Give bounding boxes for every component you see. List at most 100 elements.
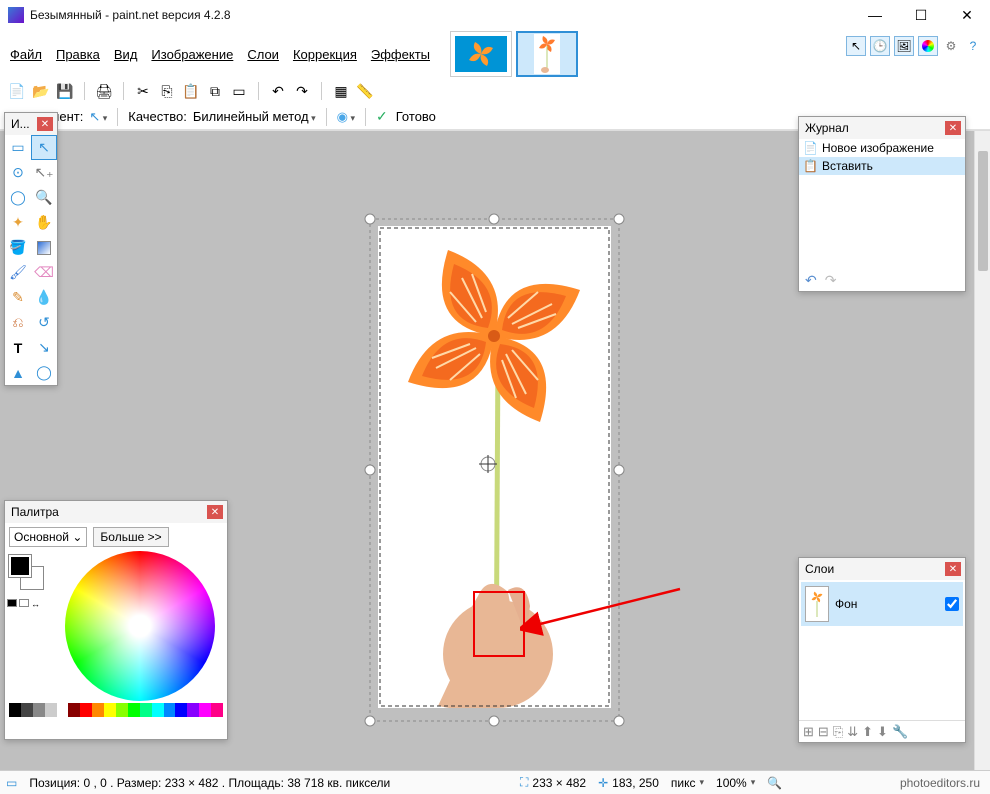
tool-window-history-icon[interactable]: 🕒 xyxy=(870,36,890,56)
layers-footer: ⊞ ⊟ ⎘ ⇊ ⬆ ⬇ 🔧 xyxy=(799,720,965,742)
layers-title: Слои xyxy=(805,562,945,576)
shape-tool[interactable]: ▲ xyxy=(5,360,31,385)
clone-tool[interactable]: ⎌ xyxy=(5,310,31,335)
redo-icon[interactable]: ↷ xyxy=(825,272,837,289)
open-icon[interactable]: 📂 xyxy=(32,82,50,100)
scrollbar-vertical[interactable] xyxy=(974,131,990,778)
history-item-label: Вставить xyxy=(822,159,873,173)
undo-icon[interactable]: ↶ xyxy=(269,82,287,100)
pinwheel-icon xyxy=(467,40,495,68)
ellipse-select-tool[interactable]: ◯ xyxy=(5,185,31,210)
tools-panel[interactable]: И...✕ ▭ ↖ ⊙ ↖₊ ◯ 🔍 ✦ ✋ 🪣 🖌 ⌫ ✎ 💧 ⎌ ↺ T ↘… xyxy=(4,112,58,386)
history-panel[interactable]: Журнал✕ 📄Новое изображение 📋Вставить ↶ ↷ xyxy=(798,116,966,292)
color-strip[interactable] xyxy=(9,703,223,717)
help-icon[interactable]: ? xyxy=(964,37,982,55)
paste-icon[interactable]: 📋 xyxy=(182,82,200,100)
layer-add-icon[interactable]: ⊞ xyxy=(803,724,814,740)
palette-controls: Основной ⌄ Больше >> xyxy=(5,523,227,551)
layer-merge-icon[interactable]: ⇊ xyxy=(847,724,858,740)
bucket-tool[interactable]: 🪣 xyxy=(5,235,31,260)
menu-file[interactable]: Файл xyxy=(4,43,48,66)
zoom-label: 100% xyxy=(716,776,747,790)
new-icon[interactable]: 📄 xyxy=(8,82,26,100)
close-icon[interactable]: ✕ xyxy=(207,505,223,519)
history-list: 📄Новое изображение 📋Вставить xyxy=(799,139,965,269)
color-wheel[interactable] xyxy=(65,551,215,701)
history-title: Журнал xyxy=(805,121,945,135)
thumb-1[interactable] xyxy=(450,31,512,77)
move-sel-tool[interactable]: ↖₊ xyxy=(31,160,57,185)
close-button[interactable]: ✕ xyxy=(944,0,990,30)
layers-panel[interactable]: Слои✕ Фон ⊞ ⊟ ⎘ ⇊ ⬆ ⬇ 🔧 xyxy=(798,557,966,743)
tool-window-tools-icon[interactable]: ↖ xyxy=(846,36,866,56)
pinwheel-icon xyxy=(537,34,557,74)
close-icon[interactable]: ✕ xyxy=(945,562,961,576)
document-thumbnails xyxy=(450,31,578,77)
pencil-tool[interactable]: ✎ xyxy=(5,285,31,310)
history-item[interactable]: 📄Новое изображение xyxy=(799,139,965,157)
zoom-out-icon[interactable]: 🔍 xyxy=(767,776,782,790)
maximize-button[interactable]: ☐ xyxy=(898,0,944,30)
rect-select-tool[interactable]: ▭ xyxy=(5,135,31,160)
menu-view[interactable]: Вид xyxy=(108,43,144,66)
menu-adjust[interactable]: Коррекция xyxy=(287,43,363,66)
history-item-selected[interactable]: 📋Вставить xyxy=(799,157,965,175)
close-icon[interactable]: ✕ xyxy=(37,117,53,131)
sampling-dropdown[interactable]: ◉ xyxy=(337,109,355,125)
deselect-icon[interactable]: ▭ xyxy=(230,82,248,100)
cut-icon[interactable]: ✂ xyxy=(134,82,152,100)
palette-more-button[interactable]: Больше >> xyxy=(93,527,168,547)
brush-tool[interactable]: 🖌 xyxy=(5,260,31,285)
ruler-icon[interactable]: 📏 xyxy=(356,82,374,100)
layer-up-icon[interactable]: ⬆ xyxy=(862,724,873,740)
redo-icon[interactable]: ↷ xyxy=(293,82,311,100)
shape-tool-2[interactable]: ◯ xyxy=(31,360,57,385)
pan-tool[interactable]: ✋ xyxy=(31,210,57,235)
line-tool[interactable]: ↘ xyxy=(31,335,57,360)
layer-props-icon[interactable]: 🔧 xyxy=(892,724,908,740)
tool-window-layers-icon[interactable]: 🖼 xyxy=(894,36,914,56)
quality-dropdown[interactable]: Билинейный метод xyxy=(193,109,316,124)
text-tool[interactable]: T xyxy=(5,335,31,360)
quality-label: Качество: xyxy=(128,109,187,124)
copy-icon[interactable]: ⎘ xyxy=(158,82,176,100)
layer-down-icon[interactable]: ⬇ xyxy=(877,724,888,740)
menu-edit[interactable]: Правка xyxy=(50,43,106,66)
color-mode-dropdown[interactable]: Основной ⌄ xyxy=(9,527,87,547)
history-footer: ↶ ↷ xyxy=(799,269,965,291)
instrument-dropdown[interactable]: ↖ xyxy=(89,109,107,125)
layer-thumbnail xyxy=(805,586,829,622)
save-icon[interactable]: 💾 xyxy=(56,82,74,100)
menu-effects[interactable]: Эффекты xyxy=(365,43,436,66)
print-icon[interactable]: 🖨 xyxy=(95,82,113,100)
layer-row[interactable]: Фон xyxy=(801,582,963,626)
tool-window-colors-icon[interactable] xyxy=(918,36,938,56)
recolor-tool[interactable]: ↺ xyxy=(31,310,57,335)
move-tool[interactable]: ↖ xyxy=(31,135,57,160)
fg-bg-swatch[interactable] xyxy=(9,555,49,593)
undo-icon[interactable]: ↶ xyxy=(805,272,817,289)
window-buttons: ― ☐ ✕ xyxy=(852,0,990,30)
units-dropdown[interactable]: пикс xyxy=(671,776,696,790)
thumb-2-active[interactable] xyxy=(516,31,578,77)
zoom-tool[interactable]: 🔍 xyxy=(31,185,57,210)
menu-layers[interactable]: Слои xyxy=(241,43,285,66)
magic-wand-tool[interactable]: ✦ xyxy=(5,210,31,235)
layer-duplicate-icon[interactable]: ⎘ xyxy=(833,724,843,740)
eraser-tool[interactable]: ⌫ xyxy=(31,260,57,285)
close-icon[interactable]: ✕ xyxy=(945,121,961,135)
lasso-tool[interactable]: ⊙ xyxy=(5,160,31,185)
status-dims: 233 × 482 xyxy=(532,776,586,790)
minimize-button[interactable]: ― xyxy=(852,0,898,30)
crop-icon[interactable]: ⧉ xyxy=(206,82,224,100)
eyedropper-tool[interactable]: 💧 xyxy=(31,285,57,310)
main-toolbar: 📄 📂 💾 🖨 ✂ ⎘ 📋 ⧉ ▭ ↶ ↷ ▦ 📏 xyxy=(0,78,990,104)
menu-image[interactable]: Изображение xyxy=(145,43,239,66)
palette-panel[interactable]: Палитра✕ Основной ⌄ Больше >> ↔ xyxy=(4,500,228,740)
grid-icon[interactable]: ▦ xyxy=(332,82,350,100)
layer-visible-checkbox[interactable] xyxy=(945,597,959,611)
layer-delete-icon[interactable]: ⊟ xyxy=(818,724,829,740)
gradient-tool[interactable] xyxy=(31,235,57,260)
settings-icon[interactable]: ⚙ xyxy=(942,37,960,55)
dims-icon: ⛶ xyxy=(520,775,528,790)
